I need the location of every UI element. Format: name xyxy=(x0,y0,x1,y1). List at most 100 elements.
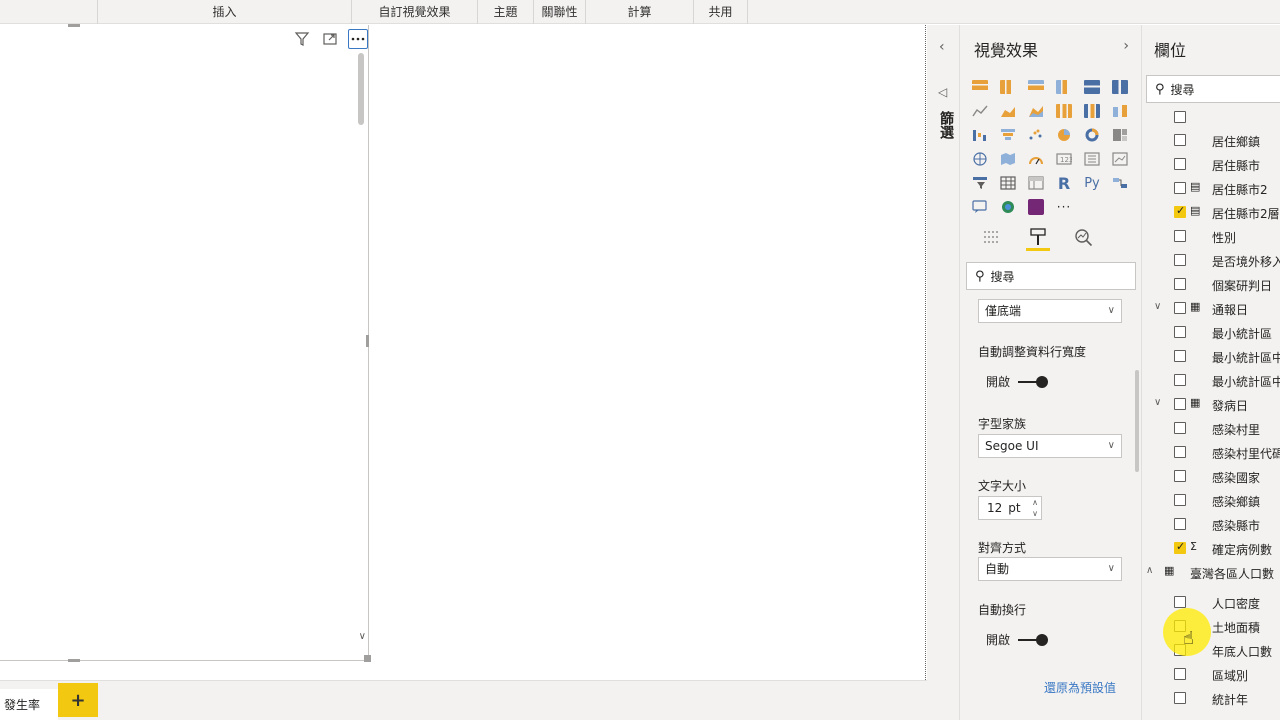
field-row[interactable]: 感染村里 xyxy=(1142,416,1280,440)
toggle-switch[interactable] xyxy=(1018,375,1049,388)
field-checkbox[interactable] xyxy=(1174,326,1186,338)
multi-row-card-icon[interactable] xyxy=(1078,147,1106,171)
field-checkbox[interactable] xyxy=(1174,540,1186,554)
field-checkbox[interactable] xyxy=(1174,668,1186,680)
funnel-chart-icon[interactable] xyxy=(994,123,1022,147)
field-row[interactable]: 最小統計區中 xyxy=(1142,368,1280,392)
resize-handle-top[interactable] xyxy=(68,24,80,27)
field-row[interactable]: ▤ 居住縣市2 xyxy=(1142,176,1280,200)
resize-handle-bottom[interactable] xyxy=(68,659,80,662)
collapse-chevron-icon[interactable]: ∧ xyxy=(1146,565,1153,576)
field-row[interactable]: 居住鄉鎮 xyxy=(1142,128,1280,152)
filters-pane-collapsed[interactable]: ‹ ◁ 篩選 xyxy=(927,25,960,720)
autosize-width-toggle[interactable]: 開啟 xyxy=(986,373,1049,390)
field-row[interactable]: 最小統計區 xyxy=(1142,320,1280,344)
stacked-column-chart-icon[interactable] xyxy=(994,75,1022,99)
field-checkbox[interactable] xyxy=(1174,446,1186,458)
matrix-icon[interactable] xyxy=(1022,171,1050,195)
field-row[interactable]: 最小統計區中 xyxy=(1142,344,1280,368)
field-row[interactable]: ▤ 居住縣市2層 xyxy=(1142,200,1280,224)
ribbon-group-share[interactable]: 共用 xyxy=(694,0,748,24)
alignment-select[interactable]: 自動 ∨ xyxy=(978,557,1122,581)
field-checkbox[interactable] xyxy=(1174,230,1186,242)
field-checkbox[interactable] xyxy=(1174,111,1186,123)
line-chart-icon[interactable] xyxy=(966,99,994,123)
stacked-bar-chart-icon[interactable] xyxy=(966,75,994,99)
stacked-area-chart-icon[interactable] xyxy=(1022,99,1050,123)
field-checkbox[interactable] xyxy=(1174,134,1186,146)
format-scrollbar[interactable] xyxy=(1135,370,1139,472)
100-stacked-bar-chart-icon[interactable] xyxy=(1078,75,1106,99)
table-visual-icon[interactable] xyxy=(994,171,1022,195)
more-visuals-icon[interactable]: ··· xyxy=(1050,195,1078,219)
resize-handle-corner[interactable] xyxy=(364,655,371,662)
slicer-icon[interactable] xyxy=(966,171,994,195)
resize-handle-right[interactable] xyxy=(366,335,369,347)
field-row[interactable]: ∨ ▦ 發病日 xyxy=(1142,392,1280,416)
format-search-input[interactable]: ⚲ 搜尋 xyxy=(966,262,1136,290)
field-row[interactable]: 感染村里代碼 xyxy=(1142,440,1280,464)
line-and-clustered-column-icon[interactable] xyxy=(1078,99,1106,123)
toggle-switch[interactable] xyxy=(1018,633,1049,646)
field-row[interactable]: 性別 xyxy=(1142,224,1280,248)
word-wrap-toggle[interactable]: 開啟 xyxy=(986,631,1049,648)
map-icon[interactable] xyxy=(966,147,994,171)
line-and-stacked-column-icon[interactable] xyxy=(1050,99,1078,123)
field-checkbox[interactable] xyxy=(1174,278,1186,290)
field-row[interactable]: 居住縣市 xyxy=(1142,152,1280,176)
waterfall-chart-icon[interactable] xyxy=(966,123,994,147)
treemap-icon[interactable] xyxy=(1106,123,1134,147)
field-row[interactable]: 感染鄉鎮 xyxy=(1142,488,1280,512)
add-page-button[interactable]: + xyxy=(58,683,98,717)
analytics-magnifier-tab-icon[interactable] xyxy=(1072,225,1096,251)
field-checkbox[interactable] xyxy=(1174,494,1186,506)
field-row[interactable]: 感染國家 xyxy=(1142,464,1280,488)
field-checkbox[interactable] xyxy=(1174,470,1186,482)
collapse-visualizations-icon[interactable]: › xyxy=(1123,38,1129,54)
ribbon-group-themes[interactable]: 主題 xyxy=(478,0,534,24)
field-checkbox[interactable] xyxy=(1174,692,1186,704)
field-row[interactable]: 是否境外移入 xyxy=(1142,248,1280,272)
reset-to-default-link[interactable]: 還原為預設值 xyxy=(1044,679,1116,696)
fields-search-input[interactable]: ⚲ 搜尋 xyxy=(1146,75,1280,103)
expand-chevron-icon[interactable]: ∨ xyxy=(1154,397,1161,408)
stepper-arrows-icon[interactable]: ∧ ∨ xyxy=(1032,497,1038,519)
field-checkbox[interactable] xyxy=(1174,254,1186,266)
field-row[interactable]: ∨ ▦ 通報日 xyxy=(1142,296,1280,320)
r-script-visual-icon[interactable]: R xyxy=(1050,171,1078,195)
ribbon-group-calculations[interactable]: 計算 xyxy=(586,0,694,24)
visual-scrollbar[interactable] xyxy=(358,53,364,125)
page-tab-current[interactable]: 發生率 xyxy=(0,689,58,721)
python-visual-icon[interactable]: Py xyxy=(1078,171,1106,195)
scatter-chart-icon[interactable] xyxy=(1022,123,1050,147)
field-row[interactable]: Σ 確定病例數 xyxy=(1142,536,1280,560)
qna-visual-icon[interactable] xyxy=(966,195,994,219)
arcgis-map-icon[interactable] xyxy=(994,195,1022,219)
field-checkbox[interactable] xyxy=(1174,398,1186,410)
ribbon-chart-icon[interactable] xyxy=(1106,99,1134,123)
more-options-icon[interactable] xyxy=(348,29,368,49)
donut-chart-icon[interactable] xyxy=(1078,123,1106,147)
font-family-select[interactable]: Segoe UI ∨ xyxy=(978,434,1122,458)
gauge-icon[interactable] xyxy=(1022,147,1050,171)
table-visual[interactable]: ∨ xyxy=(0,24,371,662)
area-chart-icon[interactable] xyxy=(994,99,1022,123)
ribbon-group-relationships[interactable]: 關聯性 xyxy=(534,0,586,24)
field-row[interactable]: 人口密度 xyxy=(1142,590,1280,614)
ribbon-group-home[interactable] xyxy=(0,0,98,24)
field-checkbox[interactable] xyxy=(1174,518,1186,530)
field-checkbox[interactable] xyxy=(1174,182,1186,194)
expand-chevron-icon[interactable]: ∨ xyxy=(1154,301,1161,312)
ribbon-group-custom-visuals[interactable]: 自訂視覺效果 xyxy=(352,0,478,24)
field-row[interactable]: 個案研判日 xyxy=(1142,272,1280,296)
field-checkbox[interactable] xyxy=(1174,350,1186,362)
clustered-column-chart-icon[interactable] xyxy=(1050,75,1078,99)
filled-map-icon[interactable] xyxy=(994,147,1022,171)
field-checkbox[interactable] xyxy=(1174,596,1186,608)
clustered-bar-chart-icon[interactable] xyxy=(1022,75,1050,99)
field-checkbox[interactable] xyxy=(1174,422,1186,434)
focus-mode-icon[interactable] xyxy=(320,29,340,49)
filter-icon[interactable] xyxy=(292,29,312,49)
field-row[interactable]: 感染縣市 xyxy=(1142,512,1280,536)
scroll-down-icon[interactable]: ∨ xyxy=(359,631,366,642)
